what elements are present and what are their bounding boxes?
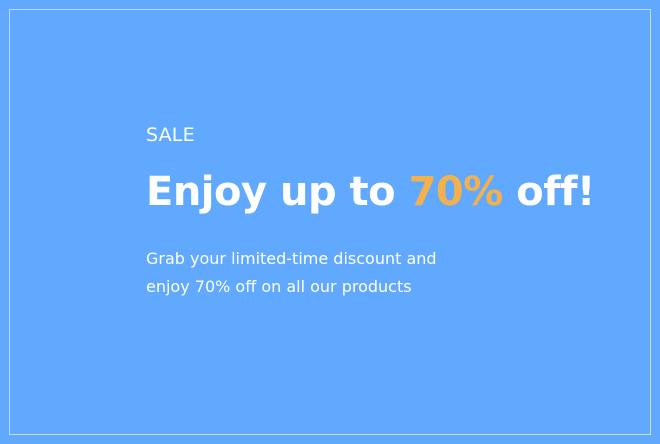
sale-headline: Enjoy up to 70% off!: [146, 168, 606, 216]
sale-description: Grab your limited-time discount and enjo…: [146, 249, 437, 296]
discount-highlight: 70%: [408, 169, 504, 215]
sale-banner: SALE Enjoy up to 70% off! Grab your limi…: [0, 0, 660, 444]
sale-label: SALE: [146, 124, 195, 146]
banner-content: SALE Enjoy up to 70% off! Grab your limi…: [146, 122, 606, 301]
headline-text-start: Enjoy up to: [146, 169, 409, 215]
headline-text-end: off!: [502, 169, 595, 215]
